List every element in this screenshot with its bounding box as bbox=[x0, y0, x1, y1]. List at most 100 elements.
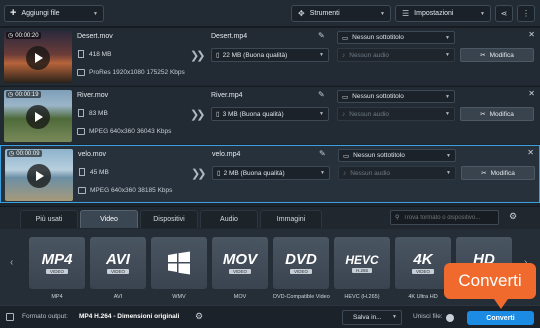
duration-text: 00:00:20 bbox=[15, 32, 39, 39]
format-tile-sub: H.265 bbox=[351, 267, 372, 273]
edit-button[interactable]: ✂ Modifica bbox=[461, 166, 535, 180]
play-icon[interactable] bbox=[26, 46, 50, 70]
format-label: WMV bbox=[172, 294, 186, 300]
tools-icon: ✥ bbox=[298, 9, 305, 18]
format-settings-icon[interactable]: ⚙ bbox=[509, 211, 521, 223]
clock-icon: ◷ bbox=[8, 33, 14, 39]
output-file-name: River.mp4 bbox=[211, 92, 243, 99]
format-label: AVI bbox=[113, 294, 123, 300]
audio-text: Nessun audio bbox=[349, 110, 389, 118]
tools-menu-button[interactable]: ✥ Strumenti ▼ bbox=[291, 5, 391, 22]
format-tile-text: HEVC bbox=[345, 252, 379, 267]
tab-devices[interactable]: Dispositivi bbox=[140, 210, 198, 228]
tab-video[interactable]: Video bbox=[80, 210, 138, 228]
format-tile-sub: VIDEO bbox=[106, 269, 129, 274]
format-tile-sub: VIDEO bbox=[289, 269, 312, 274]
settings-label: Impostazioni bbox=[414, 10, 454, 17]
duration-badge: ◷ 00:00:09 bbox=[7, 150, 42, 157]
settings-menu-button[interactable]: ☰ Impostazioni ▼ bbox=[395, 5, 491, 22]
convert-button[interactable]: Converti bbox=[467, 311, 534, 325]
remove-file-icon[interactable]: ✕ bbox=[527, 148, 534, 157]
output-format-value[interactable]: MP4 H.264 - Dimensioni originali bbox=[79, 313, 179, 320]
subtitle-select[interactable]: ▭ Nessun sottotitolo ▼ bbox=[337, 31, 455, 44]
rename-pencil-icon[interactable]: ✎ bbox=[319, 149, 326, 158]
subtitle-icon: ▭ bbox=[343, 152, 350, 160]
tab-images[interactable]: Immagini bbox=[260, 210, 322, 228]
rename-pencil-icon[interactable]: ✎ bbox=[318, 31, 325, 40]
windows-logo-icon bbox=[151, 237, 207, 289]
subtitle-icon: ▭ bbox=[342, 34, 349, 42]
rename-pencil-icon[interactable]: ✎ bbox=[318, 90, 325, 99]
source-file-name: velo.mov bbox=[78, 151, 107, 158]
play-icon[interactable] bbox=[26, 105, 50, 129]
chevron-left-icon[interactable]: ‹ bbox=[10, 257, 13, 268]
output-settings-gear-icon[interactable]: ⚙ bbox=[195, 311, 203, 322]
edit-button[interactable]: ✂ Modifica bbox=[460, 107, 534, 121]
file-icon bbox=[79, 168, 85, 176]
chevron-down-icon: ▼ bbox=[93, 10, 98, 17]
format-tile-text: MP4 bbox=[41, 251, 73, 268]
output-format-icon bbox=[6, 313, 14, 321]
add-files-button[interactable]: + Aggiungi file ▼ bbox=[4, 5, 104, 22]
remove-file-icon[interactable]: ✕ bbox=[528, 30, 535, 39]
output-size-select[interactable]: ▯ 22 MB (Buona qualità) ▼ bbox=[211, 48, 329, 62]
format-dvd[interactable]: DVD VIDEO DVD-Compatible Video bbox=[273, 237, 330, 300]
merge-files-toggle[interactable] bbox=[446, 314, 454, 322]
format-hevc[interactable]: HEVC H.265 HEVC (H.265) bbox=[334, 237, 390, 300]
format-tile-sub: VIDEO bbox=[228, 269, 251, 274]
format-label: MP4 bbox=[51, 294, 63, 300]
add-files-label: Aggiungi file bbox=[21, 10, 60, 17]
avi-format-icon: AVI VIDEO bbox=[90, 237, 146, 289]
tools-label: Strumenti bbox=[309, 10, 340, 17]
format-4k[interactable]: 4K VIDEO 4K Ultra HD bbox=[395, 237, 451, 300]
save-to-button[interactable]: Salva in... ▼ bbox=[342, 310, 402, 325]
output-size-select[interactable]: ▯ 3 MB (Buona qualità) ▼ bbox=[211, 107, 329, 121]
format-label: DVD-Compatible Video bbox=[273, 294, 330, 300]
windows-flag-icon bbox=[168, 251, 190, 275]
convert-arrow-icon: ❯❯ bbox=[190, 50, 206, 62]
output-file-name: Desert.mp4 bbox=[211, 33, 248, 40]
chevron-down-icon: ▼ bbox=[320, 170, 325, 176]
file-icon bbox=[78, 50, 84, 58]
more-menu-button[interactable]: ⋮ bbox=[517, 5, 535, 22]
source-file-name: River.mov bbox=[77, 92, 109, 99]
format-avi[interactable]: AVI VIDEO AVI bbox=[90, 237, 146, 300]
source-file-size: 83 MB bbox=[89, 110, 108, 117]
remove-file-icon[interactable]: ✕ bbox=[528, 89, 535, 98]
video-thumbnail[interactable]: ◷ 00:00:20 bbox=[4, 31, 72, 83]
audio-text: Nessun audio bbox=[349, 51, 389, 59]
edit-label: Modifica bbox=[489, 110, 514, 118]
share-button[interactable]: ⋖ bbox=[495, 5, 513, 22]
file-row-2[interactable]: ◷ 00:00:19 River.mov 83 MB MPEG 640x360 3… bbox=[0, 86, 540, 144]
format-mp4[interactable]: MP4 VIDEO MP4 bbox=[29, 237, 85, 300]
subtitle-select[interactable]: ▭ Nessun sottotitolo ▼ bbox=[337, 90, 455, 103]
format-search-box[interactable]: ⚲ bbox=[390, 210, 499, 225]
subtitle-select[interactable]: ▭ Nessun sottotitolo ▼ bbox=[338, 149, 456, 162]
more-icon: ⋮ bbox=[522, 9, 530, 18]
format-wmv[interactable]: WMV bbox=[151, 237, 207, 300]
tab-audio[interactable]: Audio bbox=[200, 210, 258, 228]
format-tile-text: DVD bbox=[285, 251, 317, 268]
audio-select[interactable]: ♪ Nessun audio ▼ bbox=[338, 166, 456, 180]
dvd-format-icon: DVD VIDEO bbox=[273, 237, 329, 289]
file-row-3[interactable]: ◷ 00:00:09 velo.mov 45 MB MPEG 640x360 38… bbox=[0, 145, 540, 203]
video-thumbnail[interactable]: ◷ 00:00:09 bbox=[5, 149, 73, 201]
format-tile-text: 4K bbox=[413, 251, 433, 268]
format-search-input[interactable] bbox=[403, 214, 492, 221]
video-thumbnail[interactable]: ◷ 00:00:19 bbox=[4, 90, 72, 142]
file-row-1[interactable]: ◷ 00:00:20 Desert.mov 418 MB ProRes 1920x… bbox=[0, 27, 540, 85]
format-label: HEVC (H.265) bbox=[344, 294, 380, 300]
bottom-bar: Formato output: MP4 H.264 - Dimensioni o… bbox=[0, 305, 540, 328]
audio-select[interactable]: ♪ Nessun audio ▼ bbox=[337, 107, 455, 121]
output-size-text: 22 MB (Buona qualità) bbox=[222, 51, 288, 59]
chevron-down-icon: ▼ bbox=[446, 153, 451, 159]
chevron-down-icon: ▼ bbox=[445, 111, 450, 117]
audio-select[interactable]: ♪ Nessun audio ▼ bbox=[337, 48, 455, 62]
merge-files-label: Unisci file: bbox=[413, 313, 443, 320]
format-mov[interactable]: MOV VIDEO MOV bbox=[212, 237, 268, 300]
edit-button[interactable]: ✂ Modifica bbox=[460, 48, 534, 62]
top-toolbar: + Aggiungi file ▼ ✥ Strumenti ▼ ☰ Impost… bbox=[0, 0, 540, 27]
output-size-select[interactable]: ▯ 2 MB (Buona qualità) ▼ bbox=[212, 166, 330, 180]
play-icon[interactable] bbox=[27, 164, 51, 188]
tab-most-used[interactable]: Più usati bbox=[20, 210, 78, 228]
